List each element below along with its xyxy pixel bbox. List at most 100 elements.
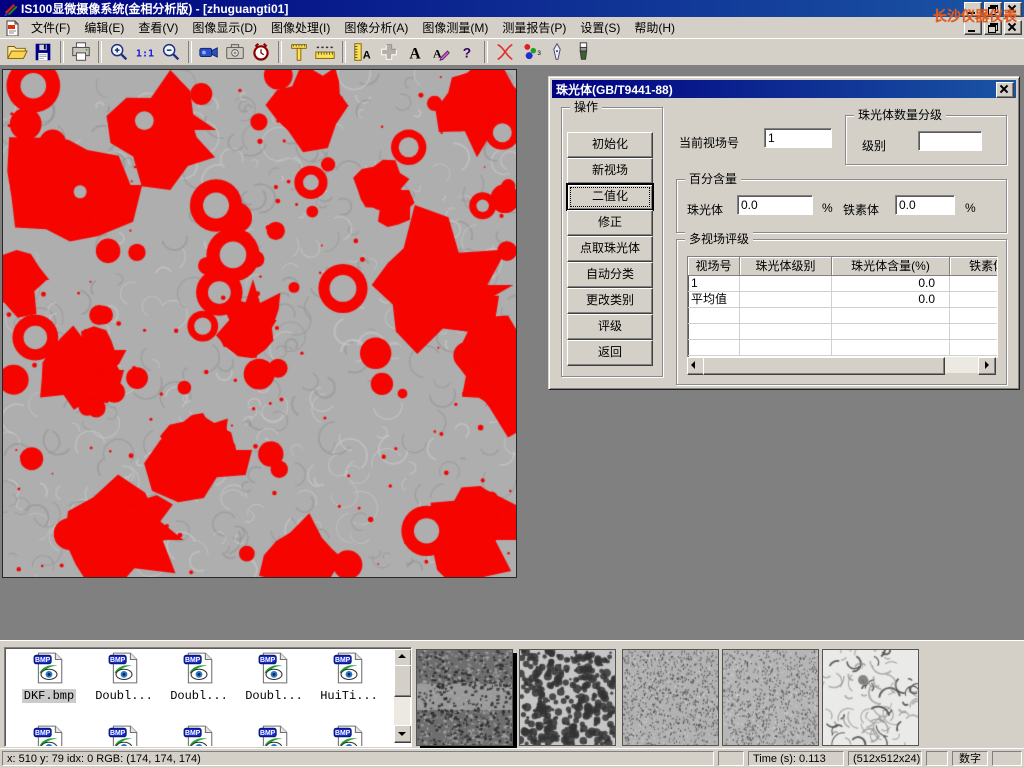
ruler-icon[interactable] <box>313 40 337 64</box>
micrograph-thumbnail-5[interactable] <box>822 649 919 746</box>
file-item-Doubl...[interactable]: BMPDoubl... <box>88 651 160 703</box>
document-icon[interactable] <box>4 20 20 36</box>
table-cell <box>740 324 832 340</box>
micrograph-image[interactable] <box>2 69 517 578</box>
op-button-9[interactable]: 返回 <box>567 340 653 366</box>
table-cell <box>740 340 832 356</box>
menu-bar: 文件(F)编辑(E)查看(V)图像显示(D)图像处理(I)图像分析(A)图像测量… <box>0 17 1024 39</box>
rating-table[interactable]: 视场号珠光体级别珠光体含量(%)铁素体含量(%) 10.0平均值0.0 <box>687 256 998 358</box>
op-button-6[interactable]: 自动分类 <box>567 262 653 288</box>
table-cell <box>688 340 740 356</box>
menu-item-9[interactable]: 设置(S) <box>573 19 627 37</box>
scroll-right-button[interactable] <box>978 357 996 375</box>
file-item-HuiTi...[interactable]: BMPHuiTi... <box>313 651 385 703</box>
scroll-down-button[interactable] <box>394 725 412 743</box>
file-item-partial[interactable]: BMP <box>13 724 85 747</box>
calibrate-icon[interactable]: A <box>351 40 375 64</box>
file-item-Doubl...[interactable]: BMPDoubl... <box>238 651 310 703</box>
micrograph-thumbnail-3[interactable] <box>622 649 719 746</box>
hscroll-thumb[interactable] <box>703 357 945 375</box>
file-item-partial[interactable]: BMP <box>163 724 235 747</box>
text-icon[interactable]: A <box>403 40 427 64</box>
table-cell: 1 <box>688 276 740 292</box>
menu-item-8[interactable]: 测量报告(P) <box>495 19 573 37</box>
caliper-icon[interactable] <box>287 40 311 64</box>
table-column-3[interactable]: 珠光体含量(%) <box>832 257 950 276</box>
menu-item-2[interactable]: 编辑(E) <box>77 19 131 37</box>
grade-group: 珠光体数量分级 级别 <box>845 115 1007 165</box>
table-row[interactable] <box>688 324 997 340</box>
table-row[interactable] <box>688 308 997 324</box>
pen-icon[interactable] <box>545 40 569 64</box>
file-item-partial[interactable]: BMP <box>238 724 310 747</box>
micrograph-thumbnail-4[interactable] <box>722 649 819 746</box>
grade-label: 级别 <box>862 137 886 154</box>
zoom-in-icon[interactable] <box>107 40 131 64</box>
toolbar-separator <box>98 41 102 63</box>
op-button-7[interactable]: 更改类别 <box>567 288 653 314</box>
op-button-2[interactable]: 新视场 <box>567 158 653 184</box>
classify-icon[interactable]: 3 <box>519 40 543 64</box>
table-row[interactable]: 平均值0.0 <box>688 292 997 308</box>
percent-group: 百分含量 珠光体 % 铁素体 % <box>676 179 1007 233</box>
menu-item-10[interactable]: 帮助(H) <box>627 19 682 37</box>
table-row[interactable] <box>688 340 997 356</box>
table-column-4[interactable]: 铁素体含量(%) <box>950 257 998 276</box>
grade-input[interactable] <box>918 131 982 151</box>
current-field-input[interactable] <box>764 128 832 148</box>
svg-text:BMP: BMP <box>35 657 51 664</box>
micrograph-thumbnail-2[interactable] <box>519 649 616 746</box>
ferrite-percent-input[interactable] <box>895 195 955 215</box>
status-spacer-2 <box>926 751 948 766</box>
file-browser[interactable]: BMPDKF.bmpBMPDoubl...BMPDoubl...BMPDoubl… <box>4 647 412 747</box>
table-cell: 0.0 <box>832 292 950 308</box>
brush-icon[interactable] <box>571 40 595 64</box>
toolbar-separator <box>188 41 192 63</box>
table-row[interactable]: 10.0 <box>688 276 997 292</box>
file-label: Doubl... <box>243 689 305 703</box>
file-label: DKF.bmp <box>22 689 76 703</box>
table-cell <box>950 340 998 356</box>
open-icon[interactable] <box>5 40 29 64</box>
file-item-DKF.bmp[interactable]: BMP DKF.bmp <box>13 651 85 703</box>
toolbar: 1:1AAA?3 <box>0 38 1024 66</box>
grid-icon[interactable] <box>377 40 401 64</box>
actual-size-icon[interactable]: 1:1 <box>133 40 157 64</box>
menu-item-1[interactable]: 文件(F) <box>24 19 77 37</box>
dialog-close-button[interactable] <box>996 82 1014 98</box>
help-icon[interactable]: ? <box>455 40 479 64</box>
op-button-8[interactable]: 评级 <box>567 314 653 340</box>
save-icon[interactable] <box>31 40 55 64</box>
file-browser-vscrollbar[interactable] <box>394 649 410 743</box>
file-item-partial[interactable]: BMP <box>313 724 385 747</box>
svg-text:BMP: BMP <box>335 730 351 737</box>
bmp-file-icon: BMP <box>88 651 160 688</box>
timer-icon[interactable] <box>249 40 273 64</box>
camera-icon[interactable] <box>223 40 247 64</box>
file-item-Doubl...[interactable]: BMPDoubl... <box>163 651 235 703</box>
vscroll-thumb[interactable] <box>394 665 412 697</box>
table-column-2[interactable]: 珠光体级别 <box>740 257 832 276</box>
ferrite-percent-label: 铁素体 <box>843 201 879 218</box>
pearlite-percent-input[interactable] <box>737 195 813 215</box>
rating-table-hscrollbar[interactable] <box>687 357 996 373</box>
op-button-3[interactable]: 二值化 <box>567 184 653 210</box>
table-column-1[interactable]: 视场号 <box>688 257 740 276</box>
menu-item-6[interactable]: 图像分析(A) <box>337 19 415 37</box>
menu-item-5[interactable]: 图像处理(I) <box>264 19 337 37</box>
pearlite-percent-unit: % <box>822 201 833 215</box>
menu-item-3[interactable]: 查看(V) <box>131 19 185 37</box>
op-button-4[interactable]: 修正 <box>567 210 653 236</box>
op-button-1[interactable]: 初始化 <box>567 132 653 158</box>
zoom-out-icon[interactable] <box>159 40 183 64</box>
dialog-title-bar[interactable]: 珠光体(GB/T9441-88) <box>552 80 1016 98</box>
print-icon[interactable] <box>69 40 93 64</box>
video-camera-icon[interactable] <box>197 40 221 64</box>
micrograph-thumbnail-1[interactable] <box>416 649 513 746</box>
menu-item-7[interactable]: 图像测量(M) <box>415 19 495 37</box>
annotate-icon[interactable]: A <box>429 40 453 64</box>
file-item-partial[interactable]: BMP <box>88 724 160 747</box>
menu-item-4[interactable]: 图像显示(D) <box>185 19 264 37</box>
op-button-5[interactable]: 点取珠光体 <box>567 236 653 262</box>
delete-curve-icon[interactable] <box>493 40 517 64</box>
